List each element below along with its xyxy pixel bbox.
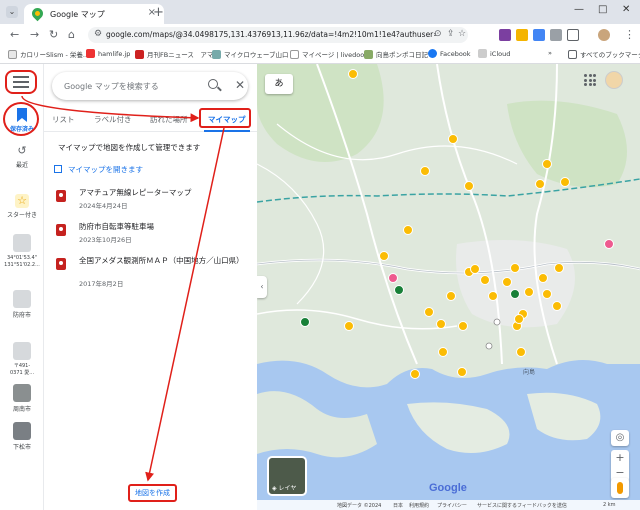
google-logo: Google [429, 482, 467, 494]
collapse-panel-button[interactable]: ‹ [257, 276, 267, 298]
bookmark-item[interactable]: hamlife.jp [86, 49, 130, 58]
mymap-date: 2023年10月26日 [79, 236, 132, 244]
bookmark-item[interactable]: 向島ポンポコ日記 [364, 49, 428, 59]
layers-label: ◈ レイヤ [272, 485, 297, 492]
open-external-icon [54, 165, 62, 173]
bookmark-item[interactable]: マイクロウェーブ山口 -... [212, 49, 299, 59]
map-pin-icon [56, 224, 66, 236]
browser-toolbar: ← → ↻ ⌂ ⚙ google.com/maps/@34.0498175,13… [0, 24, 640, 46]
all-bookmarks-button[interactable]: すべてのブックマーク [568, 49, 640, 59]
mymaps-intro: マイマップで地図を作成して管理できます [58, 143, 201, 152]
mymap-title: 全国アメダス観測所ＭＡＰ（中国地方／山口県） [79, 256, 244, 265]
rail-starred[interactable]: ☆ スター付き [0, 194, 44, 219]
google-apps-icon[interactable] [584, 74, 596, 86]
menu-highlight-ring [5, 70, 37, 94]
mymap-item[interactable]: アマチュア無線レピーターマップ 2024年4月24日 [54, 188, 249, 212]
new-tab-icon[interactable]: + [153, 5, 164, 20]
mymap-date: 2017年8月2日 [79, 280, 124, 288]
mymap-title: 防府市自転車等駐車場 [79, 222, 154, 231]
place-thumbnail-icon [13, 422, 31, 440]
rail-place-hofu[interactable]: 防府市 [0, 290, 44, 319]
bookmark-item[interactable]: カロリーSlism - 栄養... [8, 49, 89, 59]
share-icon[interactable]: ⇪ [447, 29, 455, 39]
search-icon[interactable] [208, 79, 218, 89]
extension-translate-icon[interactable] [533, 29, 545, 41]
saved-highlight-ring [3, 102, 39, 136]
mymaps-highlight-ring [199, 108, 251, 128]
mymap-item[interactable]: 防府市自転車等駐車場 2023年10月26日 [54, 222, 249, 246]
mymap-item[interactable]: 全国アメダス観測所ＭＡＰ（中国地方／山口県） 2017年8月2日 [54, 256, 249, 290]
bookmarks-overflow-button[interactable]: » [548, 49, 552, 57]
bookmarks-bar: カロリーSlism - 栄養... hamlife.jp 月刊FBニュース アマ… [0, 46, 640, 64]
history-icon: ↺ [17, 144, 27, 157]
extensions-puzzle-icon[interactable] [567, 29, 579, 41]
maximize-icon[interactable]: □ [598, 4, 607, 15]
back-icon[interactable]: ← [10, 28, 19, 41]
close-icon[interactable]: ✕ [235, 78, 245, 92]
active-tab-indicator [204, 130, 250, 132]
location-icon[interactable]: ⊙ [434, 29, 442, 39]
menu-dots-icon[interactable]: ⋮ [624, 28, 635, 41]
map-pin-icon [56, 190, 66, 202]
my-location-button[interactable]: ◎ [611, 430, 629, 446]
maps-side-rail: 保存済み ↺ 最近 ☆ スター付き 34°01'53.4" 131°51'02.… [0, 64, 44, 510]
rail-place-postal[interactable]: 〒491- 0371 愛... [0, 342, 44, 376]
map-pin-icon [56, 258, 66, 270]
zoom-in-button[interactable]: + [611, 450, 629, 466]
tab-list[interactable]: リスト [52, 114, 75, 125]
account-avatar[interactable] [605, 71, 623, 89]
extension-misc-icon[interactable] [550, 29, 562, 41]
browser-tab[interactable]: Google マップ × [24, 4, 164, 24]
star-icon: ☆ [15, 194, 29, 208]
tab-labeled[interactable]: ラベル付き [94, 114, 132, 125]
map-graphic [257, 64, 640, 510]
rail-place-shunan[interactable]: 周南市 [0, 384, 44, 413]
rail-coord[interactable]: 34°01'53.4" 131°51'02.2... [0, 234, 44, 268]
open-mymaps-link[interactable]: マイマップを開きます [54, 164, 143, 175]
browser-tab-bar: ⌄ Google マップ × + — □ ✕ [0, 0, 640, 24]
language-toggle-button[interactable]: あ [265, 74, 293, 94]
rail-place-kudamatsu[interactable]: 下松市 [0, 422, 44, 451]
bookmark-star-icon[interactable]: ☆ [458, 29, 466, 39]
close-window-icon[interactable]: ✕ [622, 4, 630, 15]
mymap-date: 2024年4月24日 [79, 202, 128, 210]
tab-visited[interactable]: 訪れた場所 [150, 114, 188, 125]
place-thumbnail-icon [13, 234, 31, 252]
create-map-button[interactable]: 地図を作成 [128, 484, 177, 502]
profile-avatar-icon[interactable] [598, 29, 610, 41]
place-thumbnail-icon [13, 342, 31, 360]
layers-button[interactable]: ◈ レイヤ [267, 456, 307, 496]
place-thumbnail-icon [13, 384, 31, 402]
map-canvas[interactable]: あ ‹ 向島 ◈ レイヤ ◎ + − Google 地図データ ©2024 日本… [257, 64, 640, 510]
saved-panel: ✕ リスト ラベル付き 訪れた場所 マイマップ マイマップで地図を作成して管理で… [44, 64, 257, 510]
tab-search-button[interactable]: ⌄ [6, 6, 18, 18]
maps-favicon-icon [29, 5, 46, 22]
place-label: 向島 [523, 369, 536, 376]
tab-title: Google マップ [50, 10, 105, 19]
address-bar[interactable]: ⚙ google.com/maps/@34.0498175,131.437691… [88, 27, 468, 43]
rail-recent[interactable]: ↺ 最近 [0, 144, 44, 169]
place-thumbnail-icon [13, 290, 31, 308]
bookmark-item[interactable]: 月刊FBニュース アマ... [135, 49, 220, 59]
search-box[interactable]: ✕ [52, 72, 248, 100]
extension-keep-icon[interactable] [516, 29, 528, 41]
bookmark-item[interactable]: iCloud [478, 49, 510, 58]
minimize-icon[interactable]: — [574, 4, 584, 15]
bookmark-item[interactable]: マイページ | livedoor... [290, 49, 373, 59]
site-info-icon[interactable]: ⚙ [94, 29, 102, 39]
map-footer: 地図データ ©2024 日本 利用規約 プライバシー サービスに関するフィードバ… [257, 500, 640, 510]
mymap-title: アマチュア無線レピーターマップ [79, 188, 192, 197]
bookmark-item[interactable]: Facebook [428, 49, 471, 58]
home-icon[interactable]: ⌂ [68, 28, 75, 41]
url-text[interactable]: google.com/maps/@34.0498175,131.4376913,… [106, 30, 436, 39]
reload-icon[interactable]: ↻ [49, 28, 58, 41]
search-input[interactable] [64, 79, 194, 93]
forward-icon[interactable]: → [30, 28, 39, 41]
street-view-pegman-icon[interactable] [611, 478, 629, 498]
extension-onenote-icon[interactable] [499, 29, 511, 41]
